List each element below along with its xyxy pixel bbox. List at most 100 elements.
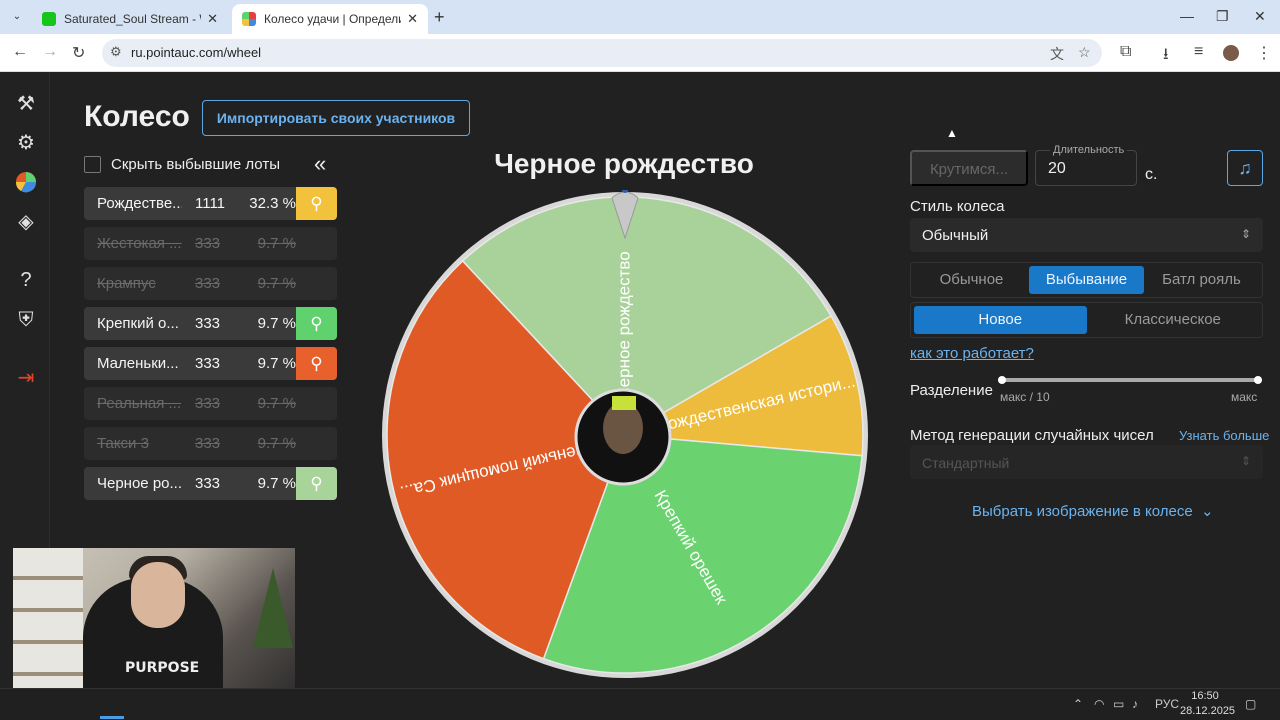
notifications-icon[interactable]: ▢ [1245, 697, 1256, 711]
tab-twitch[interactable]: Saturated_Soul Stream - Watch ✕ [32, 4, 228, 34]
wifi-icon[interactable]: ◠ [1094, 697, 1104, 711]
minimize-icon[interactable]: — [1180, 8, 1194, 24]
close-icon[interactable]: ✕ [207, 11, 218, 27]
lot-row[interactable]: Крепкий о... 333 9.7 % ⚲ [84, 307, 337, 340]
lot-spacer [296, 427, 337, 460]
clock-time: 16:50 [1191, 690, 1219, 702]
window-close-icon[interactable]: ✕ [1254, 8, 1266, 25]
settings-gear-icon[interactable]: ⚙ [14, 131, 38, 155]
wheel-pie-icon[interactable] [14, 171, 38, 195]
mode-normal[interactable]: Обычное [914, 266, 1029, 294]
logout-icon[interactable]: ⇥ [14, 366, 38, 390]
tab-search-button[interactable]: ⌄ [8, 8, 26, 26]
close-icon[interactable]: ✕ [407, 11, 418, 27]
lot-row[interactable]: Реальная ... 333 9.7 % [84, 387, 337, 420]
site-info-icon[interactable]: ⚙ [110, 44, 122, 60]
tab-wheel[interactable]: Колесо удачи | Определите по ✕ [232, 4, 428, 34]
lot-percent: 9.7 % [257, 355, 296, 372]
battery-icon[interactable]: ▭ [1113, 697, 1124, 711]
bookmark-star-icon[interactable]: ☆ [1078, 44, 1091, 61]
lot-amount: 333 [195, 475, 221, 492]
active-app-indicator [100, 716, 124, 719]
choose-wheel-image-label: Выбрать изображение в колесе [972, 503, 1193, 520]
tab-title: Колесо удачи | Определите по [264, 12, 401, 26]
browser-toolbar: ← → ↻ ⚙ ru.pointauc.com/wheel 文 ☆ ⧉ ⭳ ≡ … [0, 34, 1280, 72]
lot-amount: 333 [195, 315, 221, 332]
lot-percent: 9.7 % [257, 315, 296, 332]
webcam-shelf [13, 548, 83, 708]
lightbulb-icon[interactable]: ⚲ [296, 467, 337, 500]
mode-elimination[interactable]: Выбывание [1029, 266, 1144, 294]
lot-name: Крампус [97, 275, 156, 292]
import-participants-button[interactable]: Импортировать своих участников [202, 100, 470, 136]
address-bar[interactable]: ⚙ ru.pointauc.com/wheel 文 ☆ [102, 39, 1102, 67]
rng-method-value: Стандартный [922, 455, 1010, 471]
duration-unit: с. [1145, 166, 1158, 183]
lot-name: Черное ро... [97, 475, 182, 492]
new-tab-button[interactable]: + [434, 7, 445, 28]
lot-row[interactable]: Крампус 333 9.7 % [84, 267, 337, 300]
media-control-icon[interactable]: ≡ [1194, 43, 1203, 61]
extensions-icon[interactable]: ⧉ [1120, 43, 1131, 61]
maximize-icon[interactable]: ❐ [1216, 8, 1229, 25]
split-slider-handle-max[interactable] [1254, 376, 1262, 384]
learn-more-link[interactable]: Узнать больше [1179, 428, 1269, 443]
wheel[interactable]: Черное рождествоРождественская истори...… [380, 190, 870, 680]
lot-name: Реальная ... [97, 395, 182, 412]
layers-icon[interactable]: ◈ [14, 210, 38, 234]
lightbulb-icon[interactable]: ⚲ [296, 307, 337, 340]
lightbulb-icon[interactable]: ⚲ [296, 187, 337, 220]
clock[interactable]: 16:50 28.12.2025 [1180, 689, 1235, 719]
spin-button[interactable]: Крутимся... [910, 150, 1028, 186]
lot-percent: 9.7 % [257, 475, 296, 492]
wheel-segment-label: Черное рождество [614, 251, 633, 398]
auction-gavel-icon[interactable]: ⚒ [14, 92, 38, 116]
back-icon[interactable]: ← [12, 43, 28, 61]
how-it-works-link[interactable]: как это работает? [910, 345, 1034, 362]
volume-icon[interactable]: ♪ [1132, 697, 1138, 711]
variant-classic[interactable]: Классическое [1087, 306, 1260, 334]
language-indicator[interactable]: РУС [1155, 697, 1179, 711]
lot-name: Рождестве... [97, 195, 182, 212]
menu-icon[interactable]: ⋮ [1256, 43, 1272, 63]
variant-new[interactable]: Новое [914, 306, 1087, 334]
rng-method-select[interactable]: Стандартный ⇕ [910, 445, 1263, 479]
webcam-tree [253, 568, 293, 648]
twitch-icon [42, 12, 56, 26]
browser-tab-bar: ⌄ Saturated_Soul Stream - Watch ✕ Колесо… [0, 0, 1280, 34]
split-slider-handle-min[interactable] [998, 376, 1006, 384]
profile-avatar[interactable] [1223, 45, 1239, 61]
download-icon[interactable]: ⭳ [1163, 43, 1169, 70]
hide-eliminated-toggle[interactable]: Скрыть выбывшие лоты [84, 156, 344, 176]
center-crown [612, 396, 636, 410]
duration-label: Длительность [1050, 144, 1128, 156]
forward-icon[interactable]: → [42, 43, 58, 61]
lot-percent: 32.3 % [249, 195, 296, 212]
rng-method-label: Метод генерации случайных чисел [910, 427, 1154, 444]
wheel-style-value: Обычный [922, 227, 989, 244]
help-icon[interactable]: ? [14, 268, 38, 292]
shield-icon[interactable]: ⛨ [14, 308, 38, 332]
wheel-style-select[interactable]: Обычный ⇕ [910, 218, 1263, 252]
hide-eliminated-checkbox[interactable] [84, 156, 101, 173]
split-label: Разделение [910, 382, 993, 399]
lot-row[interactable]: Рождестве... 1111 32.3 % ⚲ [84, 187, 337, 220]
translate-icon[interactable]: 文 [1050, 44, 1064, 64]
lot-row[interactable]: Жестокая ... 333 9.7 % [84, 227, 337, 260]
lot-row[interactable]: Маленьки... 333 9.7 % ⚲ [84, 347, 337, 380]
url-text[interactable]: ru.pointauc.com/wheel [131, 45, 261, 60]
lot-amount: 333 [195, 395, 221, 412]
collapse-list-button[interactable]: « [314, 151, 326, 177]
music-note-icon[interactable]: ♫ [1227, 150, 1263, 186]
mode-battle-royale[interactable]: Батл рояль [1144, 266, 1259, 294]
split-slider[interactable] [1001, 378, 1259, 382]
lightbulb-icon[interactable]: ⚲ [296, 347, 337, 380]
lot-spacer [296, 227, 337, 260]
duration-value[interactable]: 20 [1048, 160, 1066, 178]
tray-expand-icon[interactable]: ⌃ [1073, 697, 1083, 711]
reload-icon[interactable]: ↻ [72, 43, 85, 63]
lot-row[interactable]: Такси 3 333 9.7 % [84, 427, 337, 460]
webcam-shirt-text: PURPOSE [125, 660, 200, 676]
choose-wheel-image-button[interactable]: Выбрать изображение в колесе ⌄ [972, 502, 1214, 520]
lot-row[interactable]: Черное ро... 333 9.7 % ⚲ [84, 467, 337, 500]
